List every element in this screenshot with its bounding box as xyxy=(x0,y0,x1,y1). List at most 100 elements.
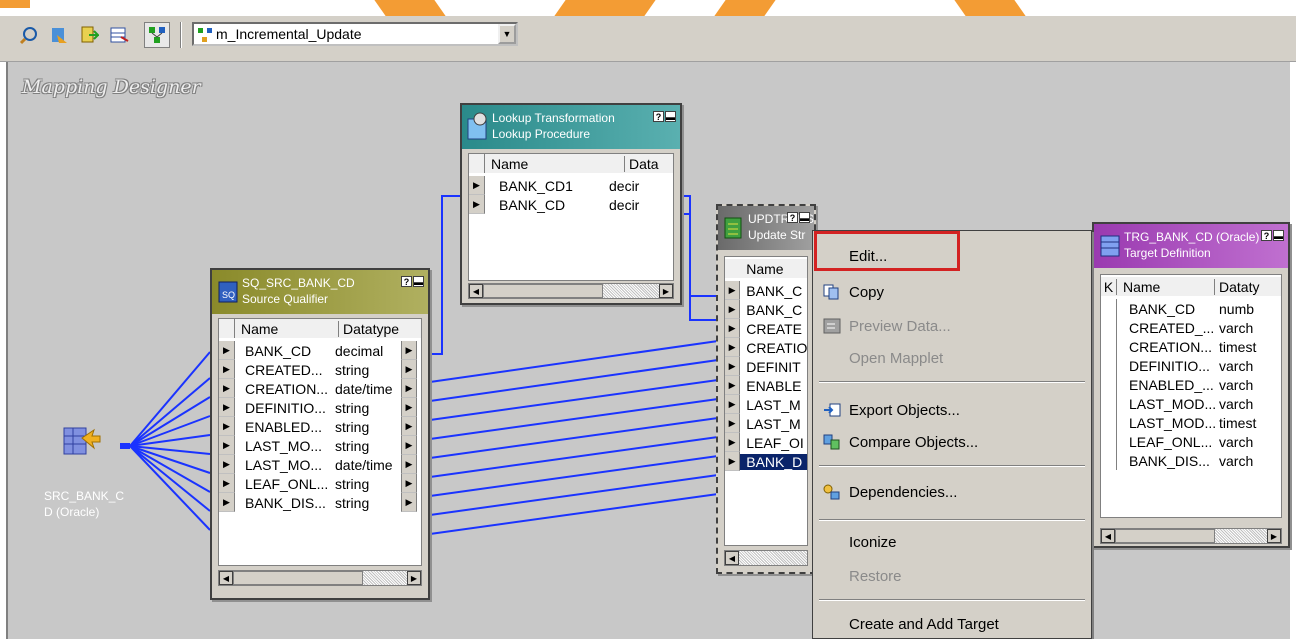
sq-port-row[interactable]: ▶ CREATED... string ▶ xyxy=(219,360,421,379)
trg-column-row[interactable]: ENABLED_... varch xyxy=(1101,375,1281,394)
sq-port-row[interactable]: ▶ DEFINITIO... string ▶ xyxy=(219,398,421,417)
upd-port-name: CREATIO xyxy=(746,339,807,356)
upd-port-row[interactable]: ▶ LAST_M xyxy=(725,414,807,433)
sq-window-controls[interactable]: ? ▬ xyxy=(401,276,424,287)
trg-column-row[interactable]: DEFINITIO... varch xyxy=(1101,356,1281,375)
upd-hscroll[interactable]: ◀ xyxy=(724,550,808,566)
menu-item-restore[interactable]: Restore xyxy=(815,561,1089,591)
trg-col-name-value: CREATION... xyxy=(1129,338,1212,355)
upd-port-row[interactable]: ▶ BANK_C xyxy=(725,300,807,319)
menu-item-compare-label: Compare Objects... xyxy=(849,433,979,451)
scroll-left-icon[interactable]: ◀ xyxy=(1101,529,1115,543)
port-arrow-icon: ▶ xyxy=(219,398,235,417)
upd-port-row[interactable]: ▶ BANK_D xyxy=(725,452,807,471)
trg-column-row[interactable]: CREATED_... varch xyxy=(1101,318,1281,337)
trg-column-row[interactable]: BANK_DIS... varch xyxy=(1101,451,1281,470)
scroll-thumb[interactable] xyxy=(1115,529,1215,543)
mapplet-designer-button[interactable] xyxy=(106,22,132,48)
target-designer-button[interactable] xyxy=(46,22,72,48)
sq-port-name: BANK_DIS... xyxy=(245,494,326,511)
scroll-right-icon[interactable]: ▶ xyxy=(407,571,421,585)
sq-port-type: string xyxy=(335,475,370,492)
chevron-down-icon[interactable]: ▼ xyxy=(498,24,516,44)
source-qualifier[interactable]: SQ SQ_SRC_BANK_CD Source Qualifier ? ▬ Na… xyxy=(210,268,430,600)
sq-port-row[interactable]: ▶ BANK_DIS... string ▶ xyxy=(219,493,421,512)
port-arrow-icon: ▶ xyxy=(401,398,417,417)
menu-item-dependencies[interactable]: Dependencies... xyxy=(815,477,1089,507)
lookup-port-row[interactable]: ▶ BANK_CD1 decir xyxy=(469,176,673,195)
trg-col-name-value: BANK_DIS... xyxy=(1129,452,1210,469)
upd-port-row[interactable]: ▶ CREATE xyxy=(725,319,807,338)
sq-title: SQ_SRC_BANK_CD xyxy=(242,276,355,290)
transformation-developer-button[interactable] xyxy=(76,22,102,48)
lookup-transformation[interactable]: Lookup Transformation Lookup Procedure ?… xyxy=(460,103,682,305)
scroll-left-icon[interactable]: ◀ xyxy=(219,571,233,585)
upd-port-row[interactable]: ▶ LEAF_OI xyxy=(725,433,807,452)
help-icon[interactable]: ? xyxy=(401,276,412,287)
menu-item-compare-objects[interactable]: Compare Objects... xyxy=(815,427,1089,457)
minimize-icon[interactable]: ▬ xyxy=(1273,230,1284,241)
minimize-icon[interactable]: ▬ xyxy=(413,276,424,287)
upd-port-row[interactable]: ▶ BANK_C xyxy=(725,281,807,300)
sq-port-row[interactable]: ▶ LAST_MO... string ▶ xyxy=(219,436,421,455)
menu-item-preview-data[interactable]: Preview Data... xyxy=(815,311,1089,341)
menu-item-copy[interactable]: Copy xyxy=(815,277,1089,307)
preview-data-icon xyxy=(823,318,841,334)
sq-port-row[interactable]: ▶ LEAF_ONL... string ▶ xyxy=(219,474,421,493)
trg-hscroll[interactable]: ◀ ▶ xyxy=(1100,528,1282,544)
mapping-select[interactable]: m_Incremental_Update ▼ xyxy=(192,22,518,46)
lookup-window-controls[interactable]: ? ▬ xyxy=(653,111,676,122)
update-strategy[interactable]: UPDTRANS Update Str ? ▬ Name ▶ BANK_C ▶ BANK… xyxy=(716,204,816,574)
menu-item-export-objects[interactable]: Export Objects... xyxy=(815,395,1089,425)
scroll-left-icon[interactable]: ◀ xyxy=(469,284,483,298)
source-definition-node[interactable]: SRC_BANK_CD (Oracle) xyxy=(40,418,140,519)
menu-item-iconize[interactable]: Iconize xyxy=(815,527,1089,557)
trg-column-row[interactable]: CREATION... timest xyxy=(1101,337,1281,356)
menu-item-open-mapplet[interactable]: Open Mapplet xyxy=(815,343,1089,373)
trg-column-row[interactable]: LEAF_ONL... varch xyxy=(1101,432,1281,451)
sq-port-row[interactable]: ▶ ENABLED... string ▶ xyxy=(219,417,421,436)
upd-port-row[interactable]: ▶ DEFINIT xyxy=(725,357,807,376)
trg-column-row[interactable]: LAST_MOD... timest xyxy=(1101,413,1281,432)
help-icon[interactable]: ? xyxy=(1261,230,1272,241)
help-icon[interactable]: ? xyxy=(787,212,798,223)
minimize-icon[interactable]: ▬ xyxy=(799,212,810,223)
trg-column-row[interactable]: BANK_CD numb xyxy=(1101,299,1281,318)
sq-hscroll[interactable]: ◀ ▶ xyxy=(218,570,422,586)
upd-port-row[interactable]: ▶ CREATIO xyxy=(725,338,807,357)
upd-port-row[interactable]: ▶ LAST_M xyxy=(725,395,807,414)
sq-port-row[interactable]: ▶ BANK_CD decimal ▶ xyxy=(219,341,421,360)
source-qualifier-icon: SQ xyxy=(218,281,238,303)
lookup-hscroll[interactable]: ◀ ▶ xyxy=(468,283,674,299)
sq-header[interactable]: SQ SQ_SRC_BANK_CD Source Qualifier ? ▬ xyxy=(212,270,428,314)
target-definition[interactable]: TRG_BANK_CD (Oracle) Target Definition ?… xyxy=(1092,222,1290,548)
upd-port-name: BANK_D xyxy=(740,453,807,470)
minimize-icon[interactable]: ▬ xyxy=(665,111,676,122)
menu-item-create-and-add-target[interactable]: Create and Add Target xyxy=(815,609,1089,639)
banner-stripe-b xyxy=(554,0,656,16)
trg-col-type-value: numb xyxy=(1219,300,1255,317)
trg-window-controls[interactable]: ? ▬ xyxy=(1261,230,1284,241)
upd-header[interactable]: UPDTRANS Update Str ? ▬ xyxy=(718,206,814,250)
upd-column-header: Name xyxy=(725,259,807,278)
lookup-port-row[interactable]: ▶ BANK_CD decir xyxy=(469,195,673,214)
scroll-thumb[interactable] xyxy=(483,284,603,298)
sq-port-row[interactable]: ▶ CREATION... date/time ▶ xyxy=(219,379,421,398)
trg-column-row[interactable]: LAST_MOD... varch xyxy=(1101,394,1281,413)
scroll-right-icon[interactable]: ▶ xyxy=(659,284,673,298)
help-icon[interactable]: ? xyxy=(653,111,664,122)
trg-col-type-value: varch xyxy=(1219,357,1254,374)
trg-header[interactable]: TRG_BANK_CD (Oracle) Target Definition ?… xyxy=(1094,224,1288,268)
mapping-designer-button[interactable] xyxy=(144,22,170,48)
scroll-left-icon[interactable]: ◀ xyxy=(725,551,739,565)
scroll-right-icon[interactable]: ▶ xyxy=(1267,529,1281,543)
menu-item-preview-label: Preview Data... xyxy=(849,317,951,335)
upd-port-row[interactable]: ▶ ENABLE xyxy=(725,376,807,395)
lookup-icon xyxy=(467,112,487,140)
source-analyzer-button[interactable] xyxy=(16,22,42,48)
upd-port-grid: Name ▶ BANK_C ▶ BANK_C ▶ CREATE ▶ CREATIO ▶ DEFIN… xyxy=(724,256,808,546)
lookup-header[interactable]: Lookup Transformation Lookup Procedure ?… xyxy=(462,105,680,149)
sq-port-row[interactable]: ▶ LAST_MO... date/time ▶ xyxy=(219,455,421,474)
upd-window-controls[interactable]: ? ▬ xyxy=(787,212,810,223)
scroll-thumb[interactable] xyxy=(233,571,363,585)
